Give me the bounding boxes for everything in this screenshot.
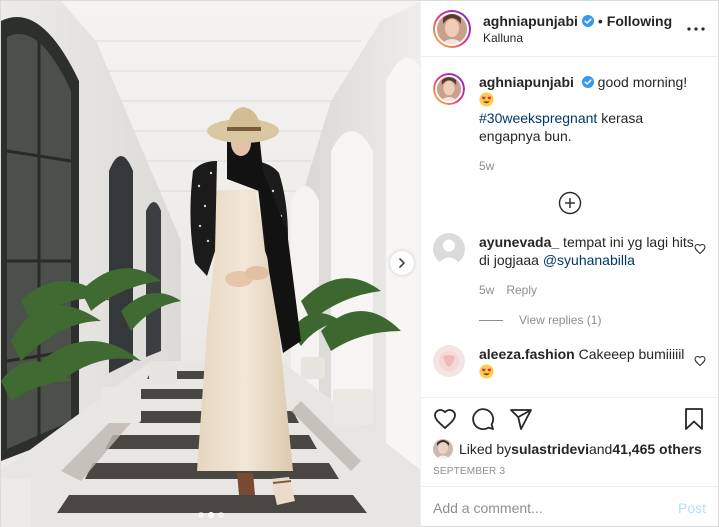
- load-more-comments-button[interactable]: [433, 191, 706, 215]
- verified-icon: [581, 76, 594, 88]
- save-icon: [685, 408, 703, 430]
- comment-meta: 5w Reply: [479, 281, 706, 299]
- comment-icon: [472, 408, 495, 431]
- caption-hashtag[interactable]: #30weekspregnant: [479, 110, 597, 126]
- more-icon: [687, 27, 705, 31]
- heart-eyes-emoji: [479, 364, 494, 379]
- reply-button[interactable]: Reply: [506, 281, 537, 299]
- carousel-dot-active: [208, 512, 214, 518]
- comment-button[interactable]: [471, 407, 495, 431]
- default-avatar-icon: [433, 233, 465, 265]
- comment-like-icon[interactable]: [694, 355, 706, 367]
- comment-item: aleeza.fashion Cakeeep bumiiiiil: [433, 345, 706, 381]
- caption-author-avatar[interactable]: [433, 73, 465, 105]
- post-date[interactable]: SEPTEMBER 3: [433, 466, 706, 486]
- comment-username[interactable]: aleeza.fashion: [479, 346, 575, 362]
- comment-mention[interactable]: @syuhanabilla: [543, 252, 635, 268]
- post-details-panel: aghniapunjabi • Following Kalluna aghnia…: [420, 1, 718, 527]
- commenter-avatar[interactable]: [433, 345, 465, 377]
- avatar-image: [437, 13, 467, 44]
- heart-icon: [434, 409, 456, 430]
- header-separator: •: [597, 12, 603, 29]
- commenter-avatar[interactable]: [433, 233, 465, 265]
- view-replies-label: View replies (1): [519, 313, 602, 327]
- carousel-indicator: [198, 512, 224, 518]
- carousel-next-button[interactable]: [390, 251, 414, 275]
- likes-summary: Liked by sulastridevi and 41,465 others: [433, 436, 706, 462]
- save-button[interactable]: [682, 407, 706, 431]
- share-button[interactable]: [509, 407, 533, 431]
- post-photo: [1, 1, 420, 527]
- likes-count[interactable]: 41,465 others: [612, 441, 702, 457]
- avatar-image: [433, 345, 465, 377]
- share-icon: [510, 409, 532, 430]
- avatar-image: [437, 77, 461, 101]
- comment-item: ayunevada_ tempat ini yg lagi hits di jo…: [433, 233, 706, 299]
- comment-text: Cakeeep bumiiiiil: [574, 346, 685, 362]
- liker-avatar[interactable]: [433, 439, 453, 459]
- more-options-button[interactable]: [684, 17, 708, 41]
- post-media[interactable]: [1, 1, 420, 527]
- caption-text: good morning!: [597, 74, 688, 90]
- comment-time[interactable]: 5w: [479, 281, 494, 299]
- like-button[interactable]: [433, 407, 457, 431]
- caption: aghniapunjabi good morning! #30weekspreg…: [433, 73, 706, 175]
- liker-username[interactable]: sulastridevi: [511, 441, 589, 457]
- comment-username[interactable]: ayunevada_: [479, 234, 559, 250]
- carousel-dot: [218, 512, 224, 518]
- post-container: aghniapunjabi • Following Kalluna aghnia…: [0, 0, 719, 527]
- heart-eyes-emoji: [479, 92, 494, 107]
- verified-icon: [581, 14, 594, 27]
- comment-like-icon[interactable]: [694, 243, 706, 255]
- view-replies-button[interactable]: View replies (1): [479, 313, 706, 327]
- add-comment-bar: Post: [421, 486, 718, 527]
- carousel-dot: [198, 512, 204, 518]
- post-header: aghniapunjabi • Following Kalluna: [421, 1, 718, 57]
- likes-prefix: Liked by: [459, 441, 512, 457]
- following-button[interactable]: Following: [607, 13, 672, 29]
- next-arrow-icon: [399, 258, 405, 268]
- caption-meta: 5w: [479, 157, 706, 175]
- post-comment-button[interactable]: Post: [678, 500, 706, 516]
- caption-time[interactable]: 5w: [479, 157, 494, 175]
- likes-middle: and: [588, 441, 613, 457]
- load-more-icon: [558, 191, 581, 215]
- post-actions: Liked by sulastridevi and 41,465 others …: [421, 397, 718, 486]
- comment-input[interactable]: [433, 499, 678, 516]
- replies-divider: [479, 319, 503, 321]
- comments-section: aghniapunjabi good morning! #30weekspreg…: [421, 57, 718, 397]
- post-location[interactable]: Kalluna: [483, 31, 672, 45]
- author-username[interactable]: aghniapunjabi: [483, 13, 578, 29]
- avatar-image: [433, 439, 453, 459]
- caption-username[interactable]: aghniapunjabi: [479, 74, 574, 90]
- author-avatar[interactable]: [433, 9, 471, 48]
